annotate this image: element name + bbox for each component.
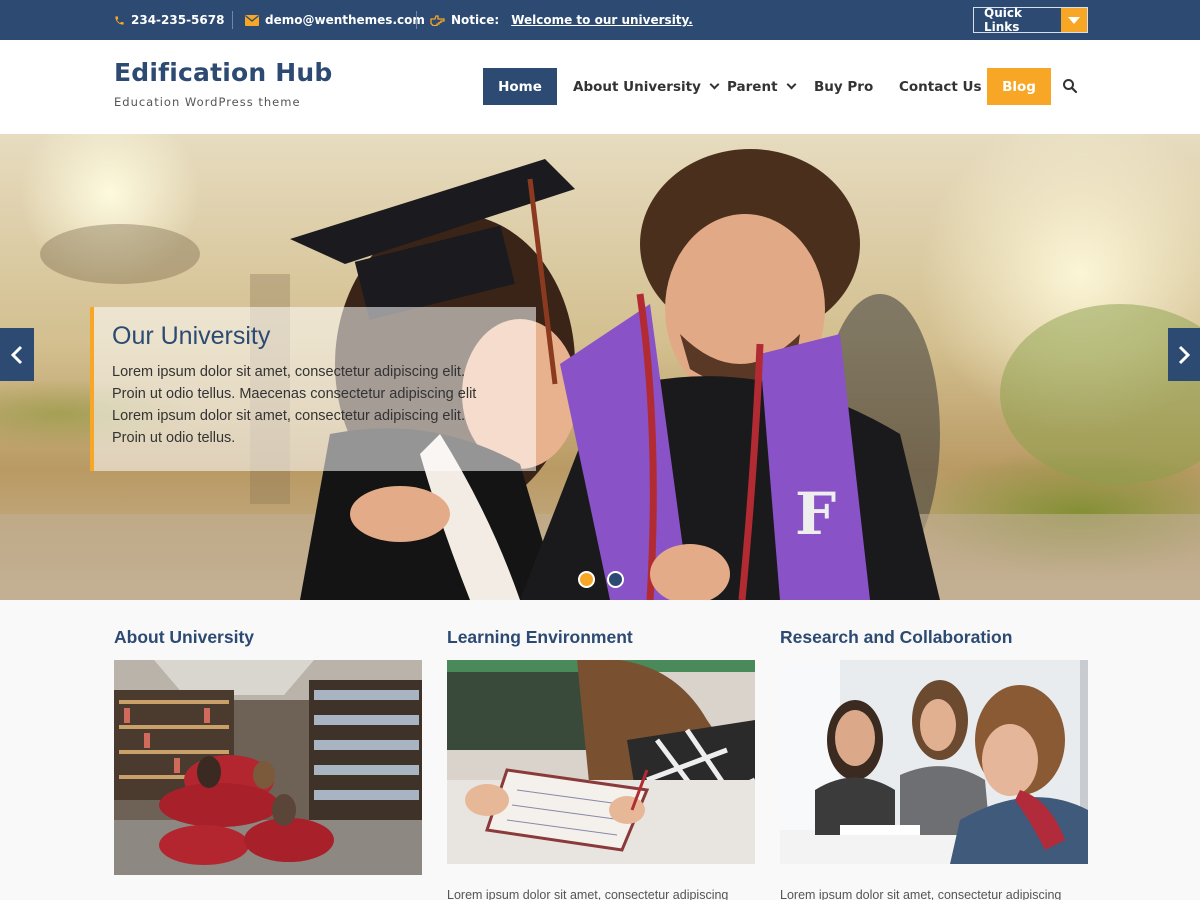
contact-phone[interactable]: 234-235-5678 <box>114 0 224 40</box>
notice-link[interactable]: Welcome to our university. <box>511 13 693 27</box>
students-group-photo[interactable] <box>780 660 1088 864</box>
nav-label: Parent <box>727 78 778 95</box>
nav-label: Contact Us <box>899 78 982 95</box>
slide-title: Our University <box>112 322 271 350</box>
notice: Notice: Welcome to our university. <box>430 0 693 40</box>
nav-parent[interactable]: Parent <box>727 68 796 105</box>
top-bar: 234-235-5678 demo@wenthemes.com Notice: … <box>0 0 1200 40</box>
slide-text-line: Proin ut odio tellus. Maecenas consectet… <box>112 386 477 402</box>
envelope-icon <box>245 14 259 26</box>
column-excerpt: Lorem ipsum dolor sit amet, consectetur … <box>780 888 1062 900</box>
library-photo[interactable] <box>114 660 422 875</box>
slide-text: Lorem ipsum dolor sit amet, consectetur … <box>112 361 536 449</box>
column-excerpt: Lorem ipsum dolor sit amet, consectetur … <box>447 888 729 900</box>
search-icon[interactable] <box>1062 78 1078 94</box>
notice-label: Notice: <box>451 13 500 27</box>
caret-down-icon <box>1068 16 1080 24</box>
slide-text-line: Proin ut odio tellus. <box>112 430 236 446</box>
topbar-divider <box>232 11 233 29</box>
chevron-right-icon <box>1178 345 1191 364</box>
nav-about-university[interactable]: About University <box>573 68 720 105</box>
nav-contact-us[interactable]: Contact Us <box>899 68 982 105</box>
nav-label: Home <box>498 78 542 95</box>
dropdown-arrow[interactable] <box>1061 8 1087 32</box>
svg-text:F: F <box>795 480 836 548</box>
slider-dot-2[interactable] <box>607 571 624 588</box>
phone-number: 234-235-5678 <box>131 13 225 27</box>
phone-icon <box>115 15 124 25</box>
topbar-divider <box>416 11 417 29</box>
student-writing-photo[interactable] <box>447 660 755 864</box>
contact-email[interactable]: demo@wenthemes.com <box>245 0 425 40</box>
nav-home[interactable]: Home <box>483 68 557 105</box>
site-title[interactable]: Edification Hub <box>114 58 333 87</box>
hero-slider: F Our University Lorem ipsum dolor sit a… <box>0 134 1200 600</box>
slider-prev-button[interactable] <box>0 328 34 381</box>
quick-links-dropdown[interactable]: Quick Links <box>973 6 1088 34</box>
slide-text-line: Lorem ipsum dolor sit amet, consectetur … <box>112 364 465 380</box>
slide-caption: Our University Lorem ipsum dolor sit ame… <box>90 307 536 471</box>
chevron-down-icon <box>709 79 720 90</box>
nav-buy-pro[interactable]: Buy Pro <box>814 68 873 105</box>
site-tagline: Education WordPress theme <box>114 95 301 109</box>
quick-links-label: Quick Links <box>984 6 1022 34</box>
slide-text-line: Lorem ipsum dolor sit amet, consectetur … <box>112 408 465 424</box>
nav-label: Blog <box>1002 78 1036 95</box>
slider-dot-1[interactable] <box>578 571 595 588</box>
column-title[interactable]: About University <box>114 627 254 648</box>
nav-label: About University <box>573 78 701 95</box>
hand-pointer-icon <box>430 15 445 26</box>
chevron-left-icon <box>10 345 23 364</box>
column-title[interactable]: Learning Environment <box>447 627 633 648</box>
column-title[interactable]: Research and Collaboration <box>780 627 1012 648</box>
nav-blog[interactable]: Blog <box>987 68 1051 105</box>
nav-label: Buy Pro <box>814 78 874 95</box>
email-address: demo@wenthemes.com <box>265 13 425 27</box>
slider-next-button[interactable] <box>1168 328 1200 381</box>
chevron-down-icon <box>786 79 796 90</box>
